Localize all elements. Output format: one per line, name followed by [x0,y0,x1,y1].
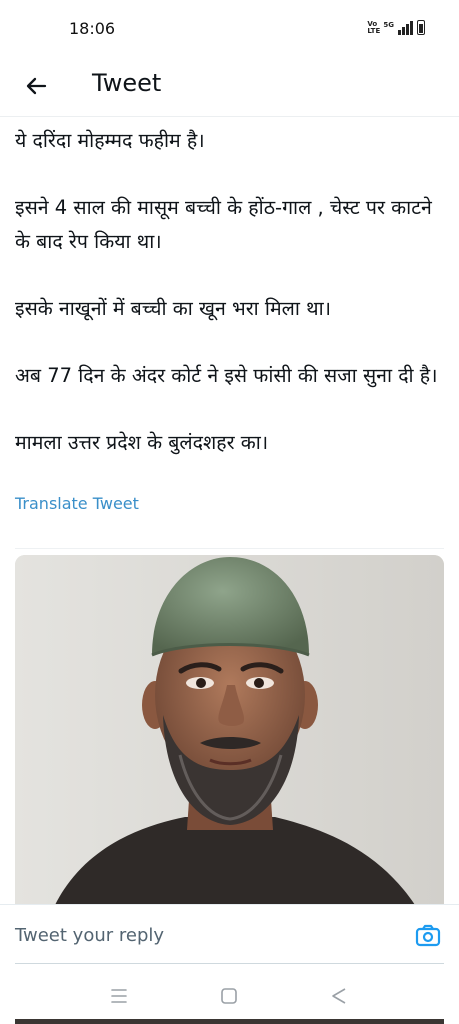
tweet-paragraph: मामला उत्तर प्रदेश के बुलंदशहर का। [15,431,269,454]
square-icon [221,988,237,1004]
tweet-media-image[interactable] [15,555,444,905]
tweet-text: ये दरिंदा मोहम्मद फहीम है। इसने 4 साल की… [15,124,447,493]
reply-divider [15,963,444,964]
tweet-paragraph: इसने 4 साल की मासूम बच्ची के होंठ-गाल , … [15,196,432,253]
translate-tweet-link[interactable]: Translate Tweet [15,494,139,513]
camera-icon [415,924,441,947]
reply-bar: Tweet your reply [0,904,459,969]
tweet-paragraph: इसके नाखूनों में बच्ची का खून भरा मिला थ… [15,297,332,320]
divider [15,548,444,549]
tweet-paragraph: ये दरिंदा मोहम्मद फहीम है। [15,129,205,152]
menu-icon [111,989,127,1003]
app-header: Tweet [0,58,459,117]
status-bar: 18:06 Vo LTE 5G [0,0,459,58]
back-button[interactable] [18,70,54,102]
network-type-label: 5G [383,21,394,29]
screen: 18:06 Vo LTE 5G Tweet ये दरिंदा मोहम्मद … [0,0,459,1024]
signal-icon [398,21,413,35]
recents-button[interactable] [104,984,134,1008]
status-icons: Vo LTE 5G [367,20,425,35]
battery-icon [417,20,425,35]
camera-button[interactable] [415,923,441,949]
tweet-paragraph: अब 77 दिन के अंदर कोर्ट ने इसे फांसी की … [15,364,438,387]
home-button[interactable] [214,984,244,1008]
system-nav-bar [0,968,459,1024]
back-nav-button[interactable] [324,984,354,1008]
status-time: 18:06 [69,19,116,38]
page-title: Tweet [92,69,162,97]
arrow-left-icon [26,77,47,95]
triangle-back-icon [332,988,346,1004]
media-peek [15,1019,444,1024]
reply-input[interactable]: Tweet your reply [15,925,164,946]
portrait-photo [15,555,444,905]
volte-icon: Vo LTE [367,20,381,35]
